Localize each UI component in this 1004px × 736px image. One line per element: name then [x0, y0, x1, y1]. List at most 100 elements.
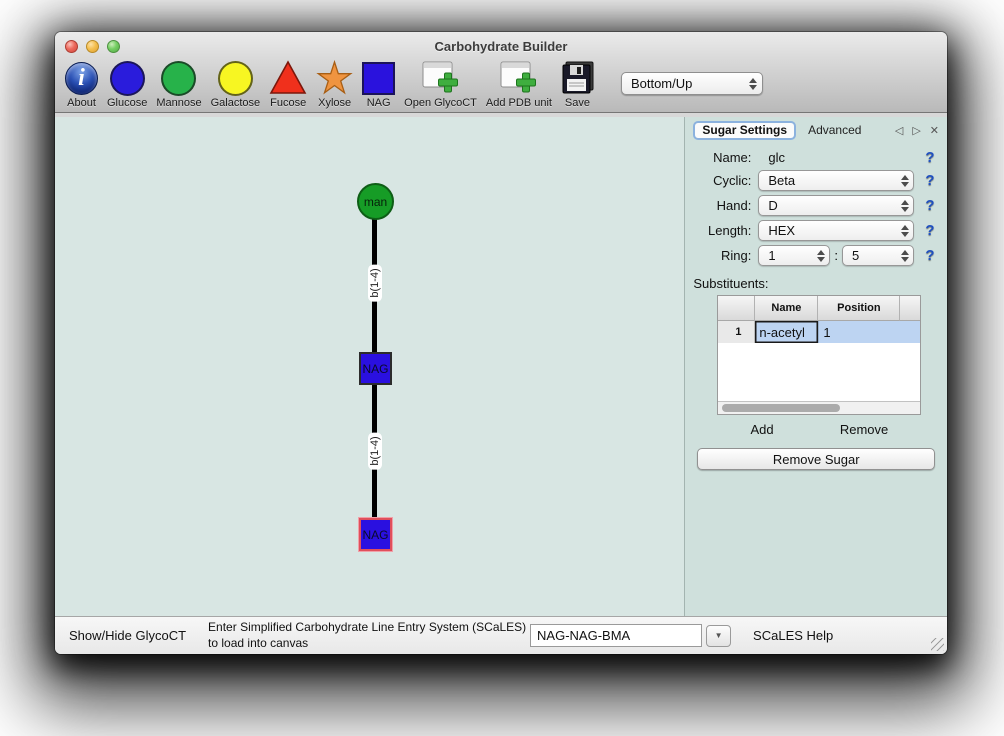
substituent-position-cell[interactable]: 1	[818, 321, 900, 343]
status-bar: Show/Hide GlycoCT Enter Simplified Carbo…	[55, 616, 947, 654]
sugar-node-nag-2-selected[interactable]: NAG	[359, 518, 392, 551]
toolbar-button-nag[interactable]: NAG	[362, 60, 395, 109]
substituents-table: Name Position 1 n-acetyl 1	[717, 295, 921, 415]
ring-end-stepper[interactable]: 5	[842, 245, 914, 266]
help-icon[interactable]: ?	[921, 247, 939, 264]
toolbar: i About Glucose Mannose Galactose	[55, 60, 947, 112]
red-triangle-icon	[269, 60, 307, 96]
panel-tabbar: Sugar Settings Advanced ◁ ▷ ✕	[685, 117, 947, 141]
glycan-canvas[interactable]: man b(1-4) NAG b(1-4) NAG	[55, 117, 684, 616]
cyclic-select-value: Beta	[768, 173, 795, 188]
toolbar-button-mannose[interactable]: Mannose	[156, 60, 201, 109]
toolbar-label: Add PDB unit	[486, 97, 552, 109]
toolbar-button-about[interactable]: i About	[65, 60, 98, 109]
tab-advanced[interactable]: Advanced	[808, 123, 861, 137]
extra-column-header	[900, 296, 920, 321]
scales-input[interactable]	[530, 624, 702, 647]
position-column-header: Position	[818, 296, 900, 321]
stepper-arrows-icon	[901, 175, 909, 187]
remove-sugar-button[interactable]: Remove Sugar	[697, 448, 935, 470]
toolbar-button-xylose[interactable]: Xylose	[316, 60, 353, 109]
ring-separator: :	[834, 248, 838, 263]
substituents-label: Substituents:	[693, 276, 939, 291]
ring-end-value: 5	[852, 248, 859, 263]
tab-nav-left-icon[interactable]: ◁	[895, 124, 903, 137]
toolbar-button-add-pdb-unit[interactable]: Add PDB unit	[486, 60, 552, 109]
titlebar: Carbohydrate Builder	[55, 32, 947, 60]
open-document-plus-icon	[422, 60, 460, 96]
stepper-arrows-icon	[901, 200, 909, 212]
floppy-disk-icon	[561, 60, 594, 96]
sugar-node-man[interactable]: man	[357, 183, 394, 220]
content-area: man b(1-4) NAG b(1-4) NAG Sugar Settings…	[55, 113, 947, 616]
bond-label: b(1-4)	[368, 432, 382, 469]
orange-star-icon	[316, 60, 353, 96]
row-number-header	[718, 296, 755, 321]
table-row: 1 n-acetyl 1	[718, 321, 920, 343]
toolbar-label: Xylose	[318, 97, 351, 109]
toolbar-button-glucose[interactable]: Glucose	[107, 60, 147, 109]
window-title: Carbohydrate Builder	[55, 39, 947, 54]
row-number-cell: 1	[718, 321, 755, 343]
scales-history-dropdown-button[interactable]: ▼	[706, 625, 731, 647]
hand-label: Hand:	[693, 198, 751, 213]
sugar-node-nag-1[interactable]: NAG	[359, 352, 392, 385]
ring-label: Ring:	[693, 248, 751, 263]
toolbar-button-save[interactable]: Save	[561, 60, 594, 109]
name-label: Name:	[693, 150, 751, 165]
help-icon[interactable]: ?	[921, 222, 939, 239]
toolbar-button-galactose[interactable]: Galactose	[211, 60, 261, 109]
tab-close-icon[interactable]: ✕	[930, 124, 939, 137]
table-empty-area	[718, 343, 920, 401]
blue-square-icon	[362, 62, 395, 95]
stepper-arrows-icon	[901, 225, 909, 237]
toolbar-button-open-glycoct[interactable]: Open GlycoCT	[404, 60, 477, 109]
ring-start-value: 1	[768, 248, 775, 263]
ring-start-stepper[interactable]: 1	[758, 245, 830, 266]
toolbar-label: Fucose	[270, 97, 306, 109]
toolbar-label: Open GlycoCT	[404, 97, 477, 109]
length-select[interactable]: HEX	[758, 220, 914, 241]
toolbar-label: Glucose	[107, 97, 147, 109]
scales-help-button[interactable]: SCaLES Help	[753, 628, 833, 643]
stepper-arrows-icon	[901, 250, 909, 262]
name-column-header: Name	[755, 296, 818, 321]
help-icon[interactable]: ?	[921, 149, 939, 166]
app-window: Carbohydrate Builder i About Glucose Man…	[55, 32, 947, 654]
bond-label: b(1-4)	[368, 264, 382, 301]
add-substituent-button[interactable]: Add	[750, 422, 773, 437]
info-icon: i	[65, 62, 98, 95]
toolbar-label: Save	[565, 97, 590, 109]
toolbar-label: Mannose	[156, 97, 201, 109]
toolbar-label: NAG	[367, 97, 391, 109]
length-select-value: HEX	[768, 223, 795, 238]
blue-circle-icon	[110, 61, 145, 96]
substituent-name-cell[interactable]: n-acetyl	[755, 321, 818, 343]
length-label: Length:	[693, 223, 751, 238]
scales-prompt-label: Enter Simplified Carbohydrate Line Entry…	[208, 620, 530, 651]
table-horizontal-scrollbar[interactable]	[718, 401, 920, 414]
direction-select[interactable]: Bottom/Up	[621, 72, 763, 95]
window-chrome: Carbohydrate Builder i About Glucose Man…	[55, 32, 947, 113]
hand-select-value: D	[768, 198, 777, 213]
scrollbar-thumb[interactable]	[722, 404, 840, 412]
toolbar-button-fucose[interactable]: Fucose	[269, 60, 307, 109]
help-icon[interactable]: ?	[921, 172, 939, 189]
tab-sugar-settings[interactable]: Sugar Settings	[693, 121, 796, 140]
yellow-circle-icon	[218, 61, 253, 96]
toolbar-label: About	[67, 97, 96, 109]
help-icon[interactable]: ?	[921, 197, 939, 214]
sugar-settings-panel: Sugar Settings Advanced ◁ ▷ ✕ Name: glc …	[684, 117, 947, 616]
resize-grip[interactable]	[931, 638, 944, 651]
stepper-arrows-icon	[817, 250, 825, 262]
show-hide-glycoct-button[interactable]: Show/Hide GlycoCT	[69, 628, 186, 643]
page-background: Carbohydrate Builder i About Glucose Man…	[0, 0, 1004, 736]
cyclic-select[interactable]: Beta	[758, 170, 914, 191]
toolbar-label: Galactose	[211, 97, 261, 109]
substituents-header-row: Name Position	[718, 296, 920, 321]
hand-select[interactable]: D	[758, 195, 914, 216]
remove-substituent-button[interactable]: Remove	[840, 422, 888, 437]
tab-nav-right-icon[interactable]: ▷	[912, 124, 920, 137]
direction-select-value: Bottom/Up	[631, 76, 692, 91]
cyclic-label: Cyclic:	[693, 173, 751, 188]
